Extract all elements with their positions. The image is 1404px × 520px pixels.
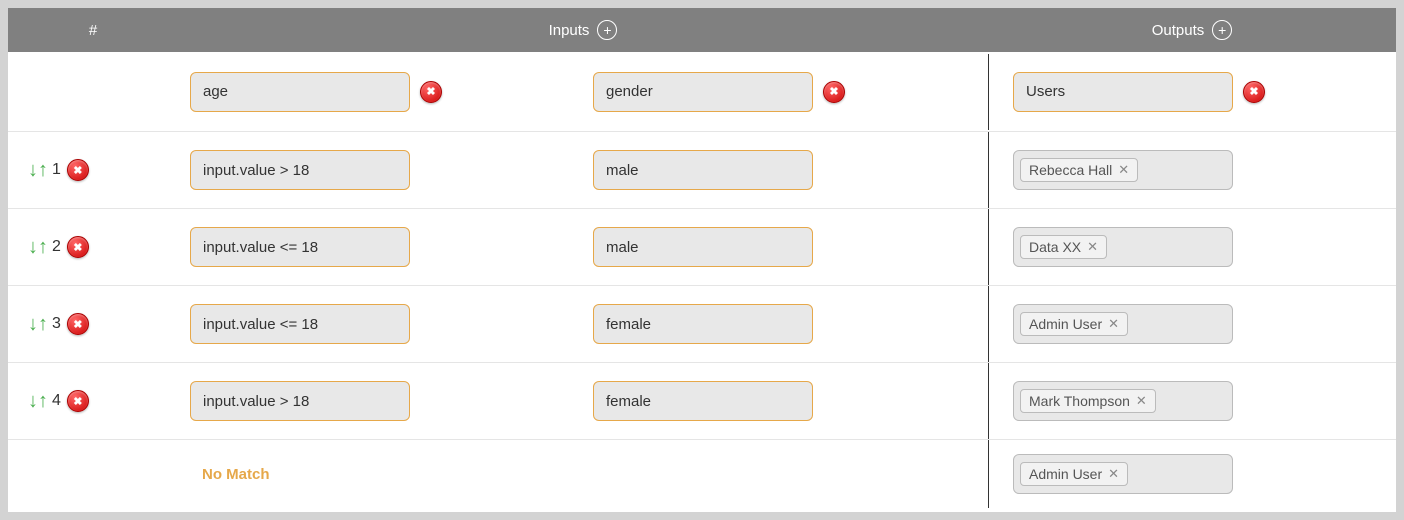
row-number: 2 <box>52 238 61 256</box>
outputs-cell: Mark Thompson ✕ <box>988 363 1396 439</box>
inputs-cell: input.value <= 18 male <box>178 227 988 267</box>
table-row: ↓ ↑ 2 input.value <= 18 male Data XX ✕ <box>8 209 1396 286</box>
header-index-label: # <box>89 22 97 39</box>
inputs-cell: input.value > 18 female <box>178 381 988 421</box>
move-down-icon[interactable]: ↓ <box>28 237 38 257</box>
header-inputs-label: Inputs <box>549 22 590 39</box>
delete-input-a-icon[interactable] <box>420 81 442 103</box>
inputs-cell-nomatch: No Match <box>178 466 988 483</box>
table-row: ↓ ↑ 1 input.value > 18 male Rebecca Hall… <box>8 132 1396 209</box>
header-index: # <box>8 22 178 39</box>
cell-input-a[interactable]: input.value <= 18 <box>190 304 410 344</box>
move-up-icon[interactable]: ↑ <box>38 160 48 180</box>
remove-tag-icon[interactable]: ✕ <box>1108 316 1119 332</box>
output-tag-label: Admin User <box>1029 466 1102 482</box>
cell-input-a[interactable]: input.value > 18 <box>190 150 410 190</box>
header-outputs-label: Outputs <box>1152 22 1205 39</box>
cell-input-b-text: female <box>606 393 651 410</box>
move-up-icon[interactable]: ↑ <box>38 391 48 411</box>
cell-output[interactable]: Data XX ✕ <box>1013 227 1233 267</box>
move-up-icon[interactable]: ↑ <box>38 237 48 257</box>
output-tag-label: Mark Thompson <box>1029 393 1130 409</box>
input-column-b-name[interactable]: gender <box>593 72 813 112</box>
cell-input-b-text: female <box>606 316 651 333</box>
outputs-cell: Rebecca Hall ✕ <box>988 132 1396 208</box>
index-cell: ↓ ↑ 4 <box>8 390 178 412</box>
output-tag-label: Rebecca Hall <box>1029 162 1112 178</box>
add-output-icon[interactable]: + <box>1212 20 1232 40</box>
cell-input-b-text: male <box>606 239 639 256</box>
inputs-cell-def: age gender <box>178 72 988 112</box>
decision-table: # Inputs + Outputs + age gender Users <box>8 8 1396 512</box>
cell-input-a-text: input.value <= 18 <box>203 316 318 333</box>
cell-output[interactable]: Mark Thompson ✕ <box>1013 381 1233 421</box>
delete-input-b-icon[interactable] <box>823 81 845 103</box>
cell-output[interactable]: Admin User ✕ <box>1013 304 1233 344</box>
output-column-name[interactable]: Users <box>1013 72 1233 112</box>
outputs-cell: Data XX ✕ <box>988 209 1396 285</box>
no-match-label: No Match <box>190 466 270 483</box>
outputs-cell-nomatch: Admin User ✕ <box>988 440 1396 508</box>
table-header: # Inputs + Outputs + <box>8 8 1396 52</box>
cell-input-a-text: input.value > 18 <box>203 162 309 179</box>
output-tag: Admin User ✕ <box>1020 462 1128 486</box>
inputs-cell: input.value > 18 male <box>178 150 988 190</box>
cell-input-a[interactable]: input.value > 18 <box>190 381 410 421</box>
delete-row-icon[interactable] <box>67 236 89 258</box>
row-number: 1 <box>52 161 61 179</box>
remove-tag-icon[interactable]: ✕ <box>1108 466 1119 482</box>
cell-input-b[interactable]: male <box>593 150 813 190</box>
column-def-row: age gender Users <box>8 52 1396 132</box>
input-column-a-text: age <box>203 83 228 100</box>
delete-row-icon[interactable] <box>67 159 89 181</box>
outputs-cell: Admin User ✕ <box>988 286 1396 362</box>
header-inputs: Inputs + <box>178 20 988 40</box>
output-column-text: Users <box>1026 83 1065 100</box>
index-cell: ↓ ↑ 1 <box>8 159 178 181</box>
move-up-icon[interactable]: ↑ <box>38 314 48 334</box>
move-down-icon[interactable]: ↓ <box>28 314 38 334</box>
header-outputs: Outputs + <box>988 20 1396 40</box>
row-number: 4 <box>52 392 61 410</box>
row-number: 3 <box>52 315 61 333</box>
cell-input-a-text: input.value > 18 <box>203 393 309 410</box>
table-row: ↓ ↑ 4 input.value > 18 female Mark Thomp… <box>8 363 1396 440</box>
table-row: ↓ ↑ 3 input.value <= 18 female Admin Use… <box>8 286 1396 363</box>
delete-row-icon[interactable] <box>67 313 89 335</box>
output-tag-label: Data XX <box>1029 239 1081 255</box>
cell-input-a-text: input.value <= 18 <box>203 239 318 256</box>
remove-tag-icon[interactable]: ✕ <box>1087 239 1098 255</box>
output-tag-label: Admin User <box>1029 316 1102 332</box>
output-tag: Mark Thompson ✕ <box>1020 389 1156 413</box>
delete-row-icon[interactable] <box>67 390 89 412</box>
cell-input-b[interactable]: female <box>593 381 813 421</box>
remove-tag-icon[interactable]: ✕ <box>1118 162 1129 178</box>
cell-output-nomatch[interactable]: Admin User ✕ <box>1013 454 1233 494</box>
cell-input-b[interactable]: female <box>593 304 813 344</box>
inputs-cell: input.value <= 18 female <box>178 304 988 344</box>
move-down-icon[interactable]: ↓ <box>28 391 38 411</box>
output-tag: Rebecca Hall ✕ <box>1020 158 1138 182</box>
delete-output-icon[interactable] <box>1243 81 1265 103</box>
remove-tag-icon[interactable]: ✕ <box>1136 393 1147 409</box>
input-column-b-text: gender <box>606 83 653 100</box>
outputs-cell-def: Users <box>988 54 1396 130</box>
cell-input-b-text: male <box>606 162 639 179</box>
index-cell: ↓ ↑ 2 <box>8 236 178 258</box>
cell-input-a[interactable]: input.value <= 18 <box>190 227 410 267</box>
output-tag: Admin User ✕ <box>1020 312 1128 336</box>
input-column-a-name[interactable]: age <box>190 72 410 112</box>
add-input-icon[interactable]: + <box>597 20 617 40</box>
output-tag: Data XX ✕ <box>1020 235 1107 259</box>
index-cell: ↓ ↑ 3 <box>8 313 178 335</box>
move-down-icon[interactable]: ↓ <box>28 160 38 180</box>
cell-output[interactable]: Rebecca Hall ✕ <box>1013 150 1233 190</box>
cell-input-b[interactable]: male <box>593 227 813 267</box>
no-match-row: No Match Admin User ✕ <box>8 440 1396 508</box>
